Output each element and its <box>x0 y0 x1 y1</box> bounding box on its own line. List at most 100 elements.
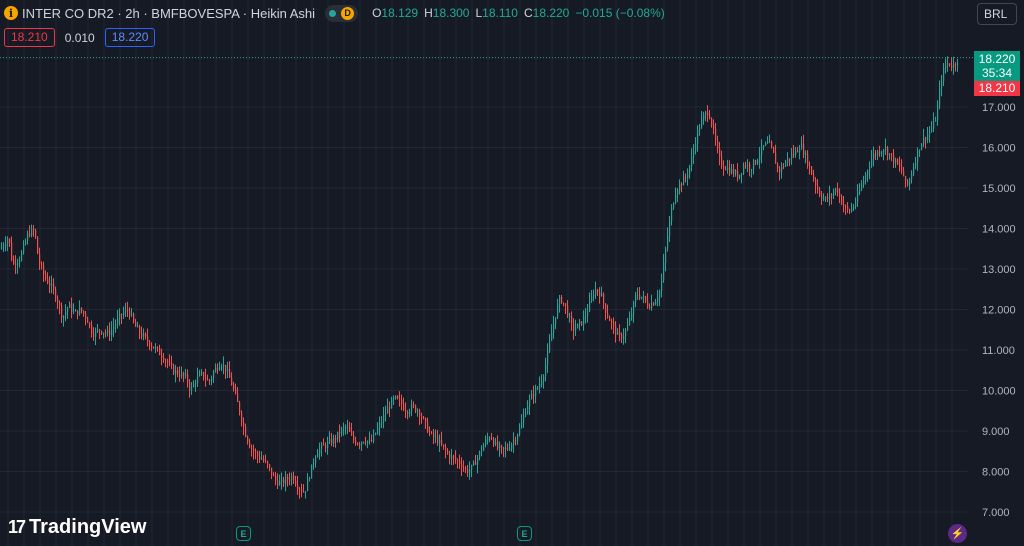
candle-body <box>539 384 541 389</box>
candle-body <box>119 314 121 319</box>
candle-body <box>155 347 157 349</box>
candle-body <box>553 323 555 334</box>
candle-body <box>393 397 395 400</box>
candle-body <box>95 330 97 337</box>
candle-body <box>915 162 917 168</box>
candle-body <box>693 150 695 157</box>
candle-body <box>653 303 655 305</box>
candle-body <box>785 162 787 167</box>
candle-body <box>905 176 907 181</box>
candle-body <box>647 300 649 307</box>
low-key: L <box>475 6 483 20</box>
candle-body <box>629 318 631 325</box>
candle-body <box>655 301 657 305</box>
candle-body <box>229 369 231 378</box>
candle-body <box>745 165 747 167</box>
candle-body <box>885 147 887 151</box>
candle-body <box>449 453 451 459</box>
candle-body <box>889 153 891 156</box>
candle-body <box>701 119 703 129</box>
price-axis-tick-label: 8.000 <box>982 467 1010 479</box>
candle-body <box>25 241 27 245</box>
candle-body <box>121 314 123 316</box>
candle-body <box>777 163 779 168</box>
candle-body <box>269 464 271 468</box>
candle-body <box>383 414 385 422</box>
candle-body <box>803 143 805 156</box>
candle-body <box>245 426 247 437</box>
candle-body <box>311 464 313 479</box>
candle-body <box>609 317 611 322</box>
candle-body <box>497 441 499 449</box>
candle-body <box>175 370 177 374</box>
candle-body <box>375 433 377 435</box>
candle-body <box>169 362 171 364</box>
candle-body <box>901 166 903 171</box>
candle-body <box>53 283 55 290</box>
candle-body <box>589 301 591 312</box>
candle-body <box>445 446 447 451</box>
candle-body <box>367 441 369 443</box>
candle-body <box>179 374 181 377</box>
candle-body <box>495 441 497 445</box>
candle-body <box>401 399 403 405</box>
candle-body <box>241 412 243 423</box>
price-chart[interactable]: 17.000 16.000 15.000 14.000 13.000 12.000 11.0… <box>0 0 1024 546</box>
candle-body <box>743 165 745 174</box>
sell-price-button[interactable]: 18.210 <box>4 28 55 47</box>
candle-body <box>527 406 529 414</box>
candle-body <box>447 450 449 454</box>
earnings-event-icon[interactable]: E <box>517 526 532 541</box>
symbol-title[interactable]: INTER CO DR2 · 2h · BMFBOVESPA · Heikin … <box>22 6 315 21</box>
candle-body <box>149 341 151 346</box>
candle-body <box>605 303 607 314</box>
candle-body <box>11 242 13 260</box>
candle-body <box>261 458 263 460</box>
candle-body <box>943 67 945 82</box>
tradingview-logo[interactable]: 17 TradingView <box>8 516 146 539</box>
candle-body <box>249 441 251 448</box>
market-status[interactable]: D <box>325 4 359 22</box>
candle-body <box>265 460 267 462</box>
candle-body <box>399 398 401 400</box>
candle-body <box>523 415 525 423</box>
candle-body <box>783 166 785 168</box>
candle-body <box>517 434 519 441</box>
candle-body <box>17 262 19 266</box>
candle-body <box>97 329 99 331</box>
candle-body <box>257 452 259 457</box>
candle-body <box>619 332 621 335</box>
candle-body <box>293 475 295 481</box>
currency-selector[interactable]: BRL <box>977 3 1017 25</box>
candle-body <box>433 432 435 438</box>
candle-body <box>731 169 733 174</box>
candle-body <box>661 280 663 292</box>
candle-body <box>113 326 115 330</box>
candle-body <box>839 193 841 196</box>
candle-body <box>3 246 5 248</box>
candle-body <box>117 318 119 324</box>
candle-body <box>515 440 517 442</box>
candle-body <box>479 451 481 458</box>
candle-body <box>779 167 781 173</box>
candle-body <box>575 328 577 331</box>
candle-body <box>323 444 325 446</box>
candle-body <box>105 332 107 334</box>
earnings-event-icon[interactable]: E <box>236 526 251 541</box>
candle-body <box>937 105 939 121</box>
candle-body <box>939 88 941 106</box>
buy-price-button[interactable]: 18.220 <box>104 28 156 47</box>
candle-body <box>199 373 201 376</box>
candle-body <box>123 312 125 316</box>
candle-body <box>881 152 883 154</box>
candle-body <box>499 445 501 449</box>
info-icon[interactable]: i <box>4 6 18 20</box>
candle-body <box>631 314 633 319</box>
candle-body <box>407 412 409 414</box>
candle-body <box>787 158 789 163</box>
candle-body <box>895 159 897 163</box>
candle-body <box>769 142 771 144</box>
price-axis[interactable]: 17.000 16.000 15.000 14.000 13.000 12.000 11.0… <box>982 102 1016 519</box>
candle-body <box>931 128 933 132</box>
lightning-bolt-icon[interactable]: ⚡ <box>948 524 967 543</box>
